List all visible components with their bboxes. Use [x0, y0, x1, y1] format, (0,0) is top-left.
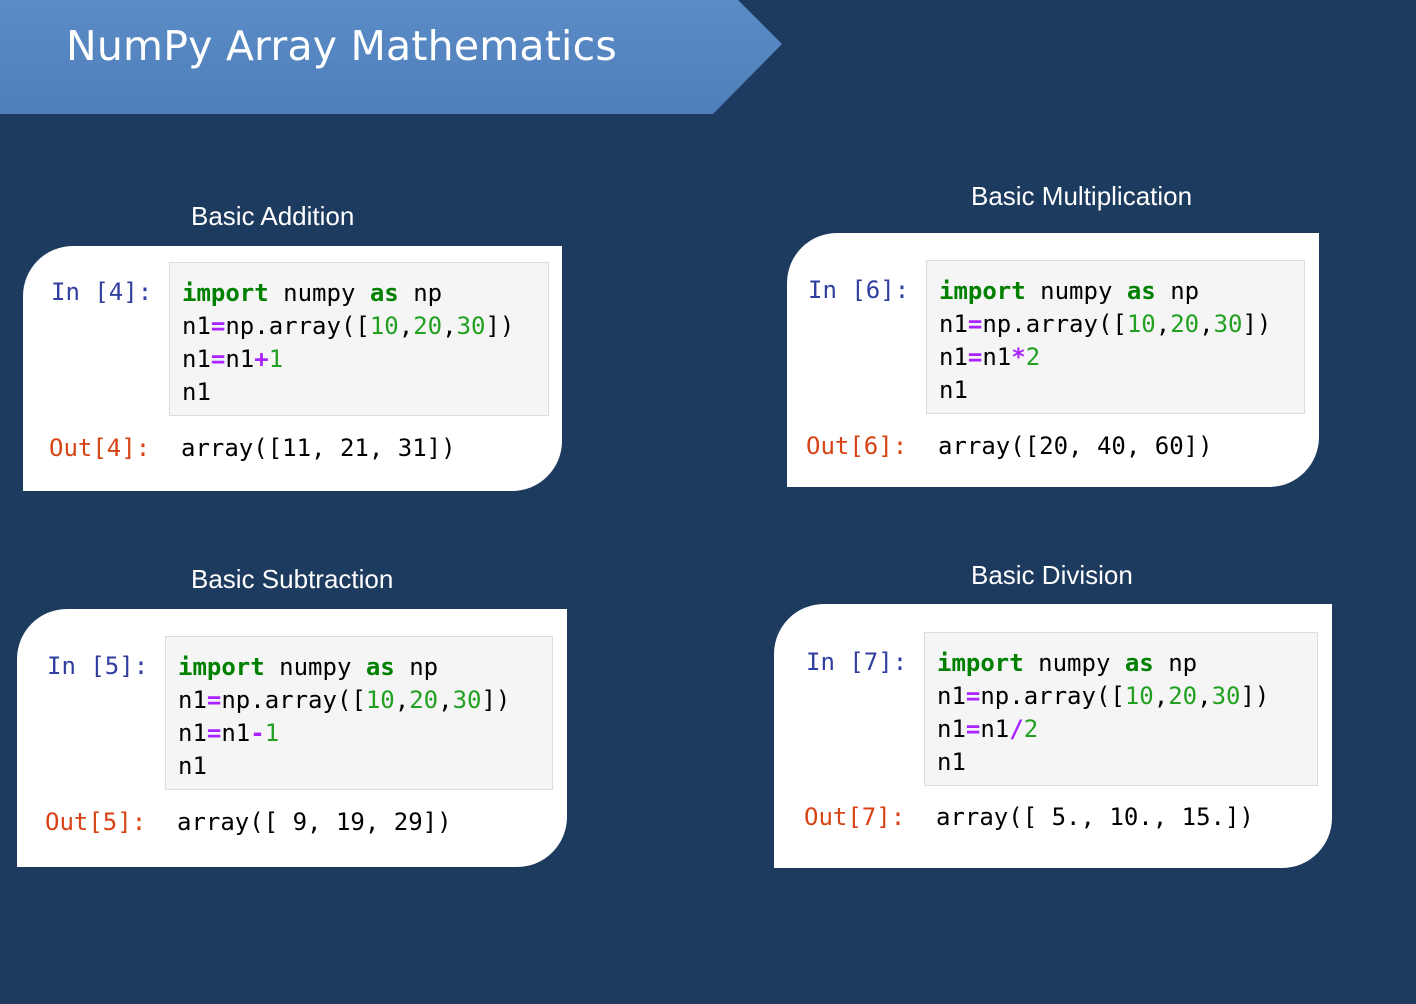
code-line-display: n1: [937, 748, 966, 776]
code-line-array: n1=np.array([10,20,30]): [182, 312, 515, 340]
in-prompt: In [6]:: [808, 276, 910, 304]
section-label-subtraction: Basic Subtraction: [191, 564, 394, 594]
in-prompt: In [4]:: [51, 278, 153, 306]
out-prompt: Out[6]:: [806, 432, 908, 460]
notebook-cell-multiplication: In [6]: import numpy as np n1=np.array([…: [787, 233, 1319, 487]
code-input-multiplication[interactable]: import numpy as np n1=np.array([10,20,30…: [926, 260, 1305, 414]
code-line-operation: n1=n1*2: [939, 343, 1041, 371]
code-line-import: import numpy as np: [937, 649, 1198, 677]
code-line-display: n1: [178, 752, 207, 780]
code-line-array: n1=np.array([10,20,30]): [178, 686, 511, 714]
notebook-cell-addition: In [4]: import numpy as np n1=np.array([…: [23, 246, 562, 491]
code-line-import: import numpy as np: [178, 653, 439, 681]
section-label-division: Basic Division: [971, 560, 1133, 590]
cell-output-subtraction: array([ 9, 19, 29]): [177, 808, 452, 836]
cell-output-addition: array([11, 21, 31]): [181, 434, 456, 462]
code-line-display: n1: [939, 376, 968, 404]
in-prompt: In [5]:: [47, 652, 149, 680]
code-line-array: n1=np.array([10,20,30]): [937, 682, 1270, 710]
page-title: NumPy Array Mathematics: [66, 22, 617, 70]
code-line-operation: n1=n1/2: [937, 715, 1039, 743]
code-input-addition[interactable]: import numpy as np n1=np.array([10,20,30…: [169, 262, 549, 416]
in-prompt: In [7]:: [806, 648, 908, 676]
code-line-display: n1: [182, 378, 211, 406]
notebook-cell-subtraction: In [5]: import numpy as np n1=np.array([…: [17, 609, 567, 867]
code-input-subtraction[interactable]: import numpy as np n1=np.array([10,20,30…: [165, 636, 553, 790]
out-prompt: Out[7]:: [804, 803, 906, 831]
code-line-import: import numpy as np: [939, 277, 1200, 305]
code-input-division[interactable]: import numpy as np n1=np.array([10,20,30…: [924, 632, 1318, 786]
section-label-addition: Basic Addition: [191, 201, 355, 231]
code-line-array: n1=np.array([10,20,30]): [939, 310, 1272, 338]
cell-output-multiplication: array([20, 40, 60]): [938, 432, 1213, 460]
notebook-cell-division: In [7]: import numpy as np n1=np.array([…: [774, 604, 1332, 868]
section-label-multiplication: Basic Multiplication: [971, 181, 1193, 211]
code-line-operation: n1=n1-1: [178, 719, 280, 747]
code-line-import: import numpy as np: [182, 279, 443, 307]
out-prompt: Out[5]:: [45, 808, 147, 836]
out-prompt: Out[4]:: [49, 434, 151, 462]
cell-output-division: array([ 5., 10., 15.]): [936, 803, 1254, 831]
code-line-operation: n1=n1+1: [182, 345, 284, 373]
